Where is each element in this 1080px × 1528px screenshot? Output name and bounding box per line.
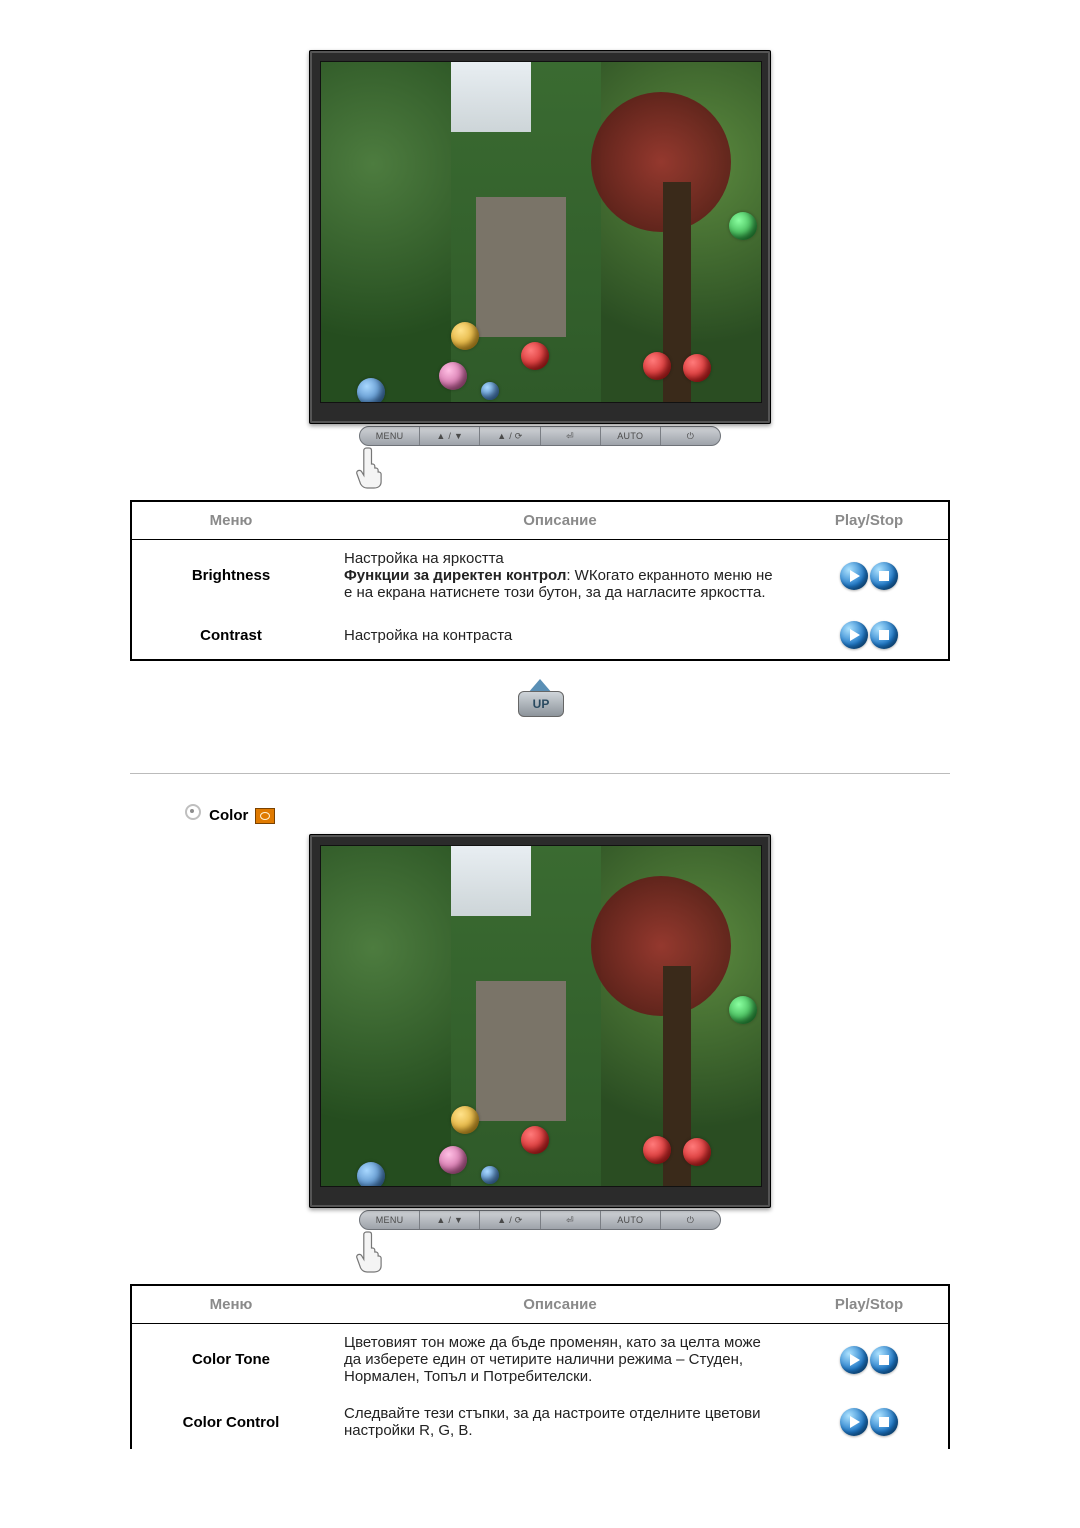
monitor-btn: ▲ / ⟳ [480,427,540,445]
playstop-cell [790,611,949,660]
col-playstop: Play/Stop [790,501,949,540]
menu-cell: Color Control [131,1395,330,1449]
play-button[interactable] [840,1408,868,1436]
section-title: Color [209,807,248,824]
table-row: Contrast Настройка на контраста [131,611,949,660]
stop-button[interactable] [870,562,898,590]
monitor-btn: ▲ / ▼ [420,427,480,445]
col-playstop: Play/Stop [790,1285,949,1324]
monitor-btn: ⏎ [541,427,601,445]
monitor-frame [309,834,771,1208]
section-heading-color: Color [75,804,1005,824]
table-row: Color Tone Цветовият тон може да бъде пр… [131,1324,949,1396]
monitor-illustration: MENU ▲ / ▼ ▲ / ⟳ ⏎ AUTO ⏻ [130,834,950,1274]
picture-settings-table: Меню Описание Play/Stop Brightness Настр… [130,500,950,661]
color-chip-icon [255,808,275,824]
monitor-frame [309,50,771,424]
monitor-button-bar: MENU ▲ / ▼ ▲ / ⟳ ⏎ AUTO ⏻ [359,1210,721,1230]
stop-button[interactable] [870,1408,898,1436]
monitor-btn: ▲ / ⟳ [480,1211,540,1229]
playstop-cell [790,1324,949,1396]
table-row: Brightness Настройка на яркостта Функции… [131,540,949,612]
playstop-cell [790,1395,949,1449]
desc-cell: Следвайте тези стъпки, за да настроите о… [330,1395,790,1449]
col-menu: Меню [131,501,330,540]
play-button[interactable] [840,621,868,649]
col-description: Описание [330,501,790,540]
monitor-btn: AUTO [601,427,661,445]
table-row: Color Control Следвайте тези стъпки, за … [131,1395,949,1449]
up-label: UP [518,691,564,717]
hand-pointer-icon [350,442,390,490]
desc-cell: Настройка на яркостта Функции за директе… [330,540,790,612]
divider [130,773,950,774]
monitor-btn: ⏎ [541,1211,601,1229]
monitor-btn: ⏻ [661,427,720,445]
monitor-button-bar: MENU ▲ / ▼ ▲ / ⟳ ⏎ AUTO ⏻ [359,426,721,446]
color-settings-table: Меню Описание Play/Stop Color Tone Цвето… [130,1284,950,1449]
stop-button[interactable] [870,1346,898,1374]
menu-cell: Contrast [131,611,330,660]
desc-cell: Настройка на контраста [330,611,790,660]
playstop-cell [790,540,949,612]
menu-cell: Brightness [131,540,330,612]
col-menu: Меню [131,1285,330,1324]
hand-pointer-icon [350,1226,390,1274]
col-description: Описание [330,1285,790,1324]
monitor-illustration: MENU ▲ / ▼ ▲ / ⟳ ⏎ AUTO ⏻ [130,50,950,490]
monitor-btn: ▲ / ▼ [420,1211,480,1229]
menu-cell: Color Tone [131,1324,330,1396]
monitor-screen [320,845,762,1187]
desc-cell: Цветовият тон може да бъде променян, кат… [330,1324,790,1396]
up-link[interactable]: UP [512,679,568,719]
stop-button[interactable] [870,621,898,649]
monitor-btn: ⏻ [661,1211,720,1229]
play-button[interactable] [840,562,868,590]
monitor-btn: AUTO [601,1211,661,1229]
bullet-icon [185,804,201,820]
play-button[interactable] [840,1346,868,1374]
monitor-screen [320,61,762,403]
